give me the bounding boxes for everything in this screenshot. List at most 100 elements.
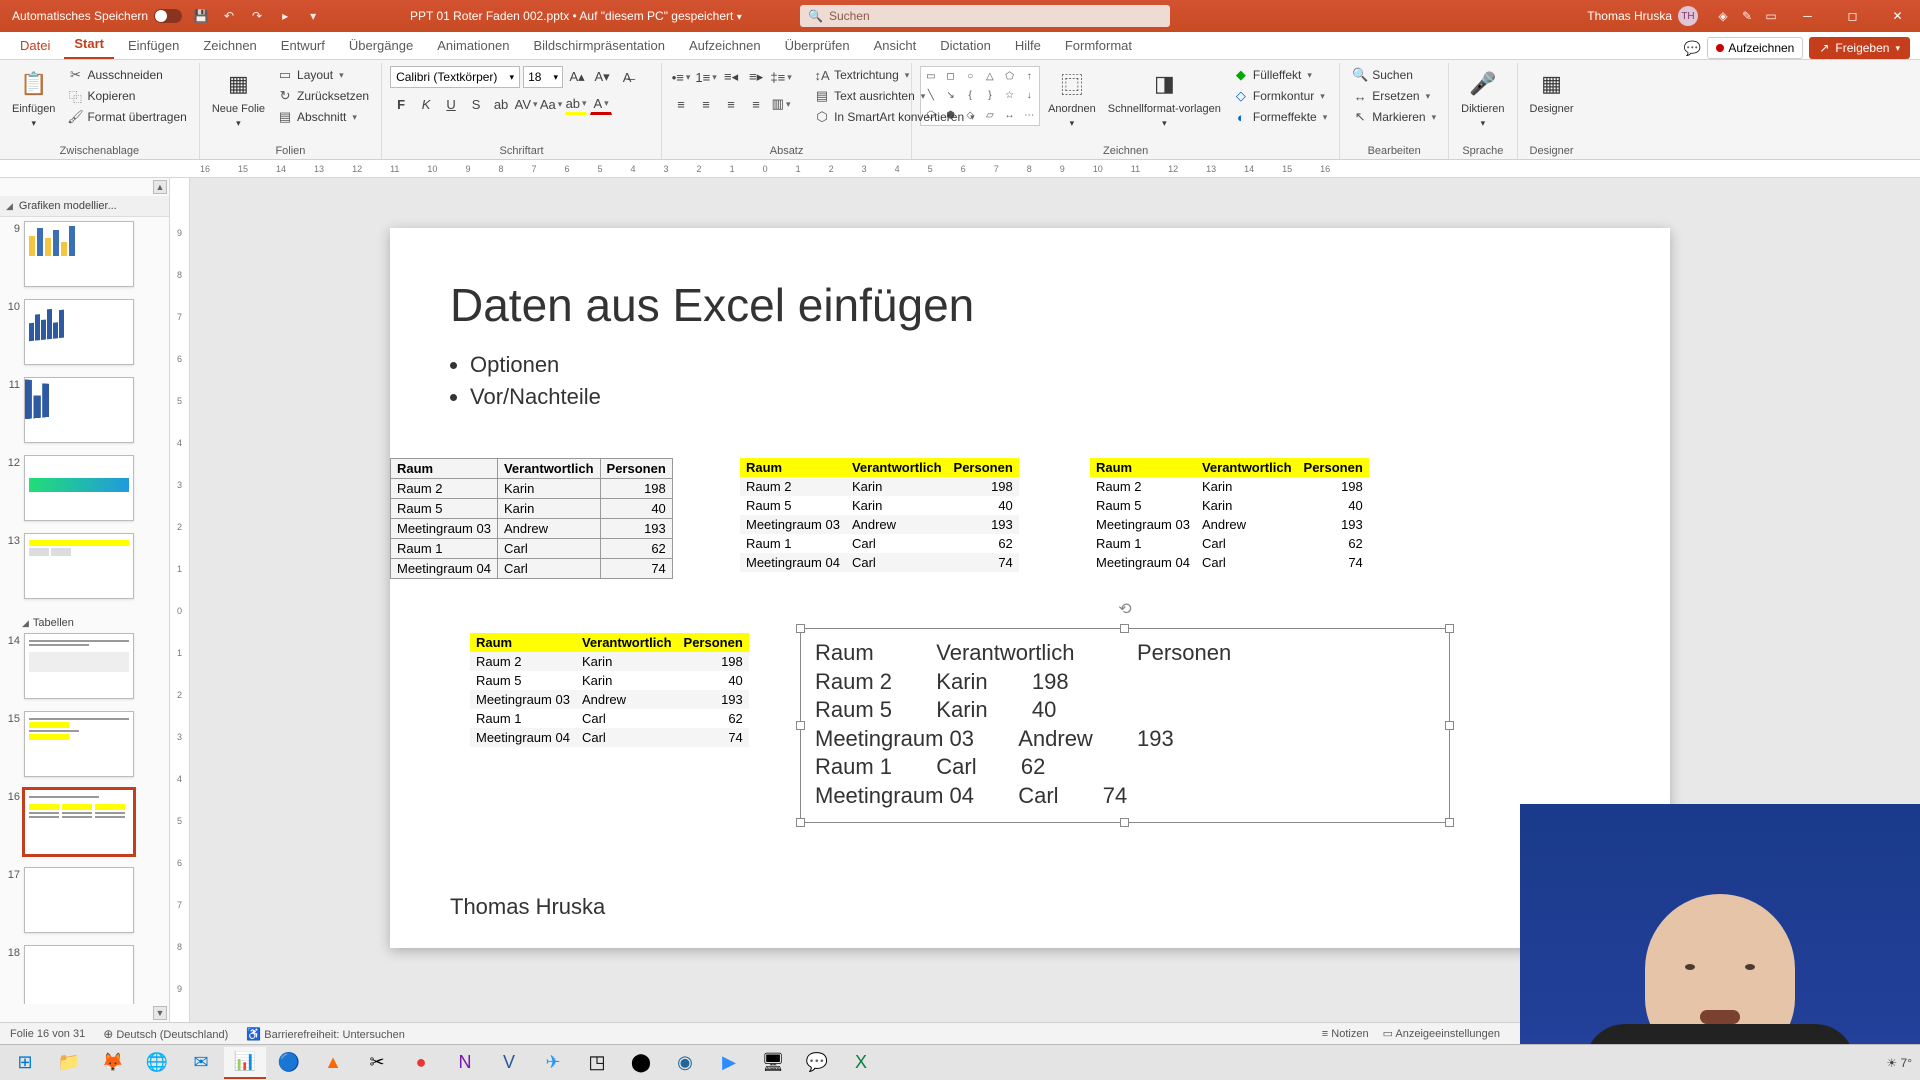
tab-draw[interactable]: Zeichnen [193,32,266,59]
task-telegram-icon[interactable]: ✈ [532,1047,574,1079]
slide-thumb-12[interactable] [24,455,134,521]
task-visio-icon[interactable]: V [488,1047,530,1079]
resize-handle[interactable] [1445,818,1454,827]
task-firefox-icon[interactable]: 🦊 [92,1047,134,1079]
find-button[interactable]: 🔍Suchen [1348,66,1440,84]
select-button[interactable]: ↖Markieren [1348,108,1440,126]
resize-handle[interactable] [1445,624,1454,633]
bullets-button[interactable]: •≡ [670,66,692,88]
decrease-indent-button[interactable]: ≡◂ [720,66,742,88]
underline-button[interactable]: U [440,93,462,115]
task-zoom-icon[interactable]: ▶ [708,1047,750,1079]
increase-indent-button[interactable]: ≡▸ [745,66,767,88]
align-right-button[interactable]: ≡ [720,93,742,115]
task-excel-icon[interactable]: X [840,1047,882,1079]
document-name[interactable]: PPT 01 Roter Faden 002.pptx • Auf "diese… [410,9,742,23]
align-text-button[interactable]: ▤Text ausrichten [810,87,979,105]
task-app2-icon[interactable]: ● [400,1047,442,1079]
table-paste-formatted[interactable]: RaumVerantwortlichPersonen Raum 2Karin19… [740,458,1019,572]
designer-button[interactable]: ▦Designer [1526,66,1578,117]
task-obs-icon[interactable]: ⬤ [620,1047,662,1079]
reset-button[interactable]: ↻Zurücksetzen [273,87,373,105]
font-name-combo[interactable]: Calibri (Textkörper)▾ [390,66,520,88]
slide-thumb-10[interactable] [24,299,134,365]
line-spacing-button[interactable]: ‡≡ [770,66,792,88]
record-button[interactable]: Aufzeichnen [1707,37,1803,59]
tab-start[interactable]: Start [64,30,114,59]
slide[interactable]: Daten aus Excel einfügen Optionen Vor/Na… [390,228,1670,948]
textbox-paste-text[interactable]: ⟲ Raum Verantwortlich Personen Raum 2 Ka… [800,628,1450,823]
status-notes[interactable]: ≡ Notizen [1322,1028,1369,1040]
task-onenote-icon[interactable]: N [444,1047,486,1079]
shape-effects-button[interactable]: ◐Formeffekte [1229,108,1331,126]
bullet-item[interactable]: Vor/Nachteile [470,384,1610,410]
shape-outline-button[interactable]: ◇Formkontur [1229,87,1331,105]
section-header-graphics[interactable]: Grafiken modellier... [0,196,169,217]
tab-insert[interactable]: Einfügen [118,32,189,59]
cut-button[interactable]: ✂Ausschneiden [63,66,190,84]
task-app3-icon[interactable]: ◳ [576,1047,618,1079]
section-header-tables[interactable]: Tabellen [4,611,165,633]
justify-button[interactable]: ≡ [745,93,767,115]
autosave-toggle[interactable]: Automatisches Speichern [12,9,182,23]
slide-thumb-18[interactable] [24,945,134,1004]
quick-styles-button[interactable]: ◨Schnellformat-vorlagen▾ [1104,66,1225,131]
format-painter-button[interactable]: 🖌Format übertragen [63,108,190,126]
columns-button[interactable]: ▥ [770,93,792,115]
task-app4-icon[interactable]: ◉ [664,1047,706,1079]
table-embedded-excel[interactable]: RaumVerantwortlichPersonen Raum 2Karin19… [390,458,673,579]
coming-soon-icon[interactable]: ◈ [1714,7,1732,25]
user-account[interactable]: Thomas Hruska TH ◈ ✎ ▭ [1587,6,1780,26]
font-color-button[interactable]: A [590,93,612,115]
slide-thumb-16[interactable] [24,789,134,855]
clear-formatting-icon[interactable]: A̶ [616,66,638,88]
arrange-button[interactable]: ⿴Anordnen▾ [1044,66,1100,131]
change-case-button[interactable]: Aa [540,93,562,115]
resize-handle[interactable] [796,721,805,730]
text-content[interactable]: Raum Verantwortlich Personen Raum 2 Kari… [801,629,1449,821]
undo-icon[interactable]: ↶ [220,7,238,25]
tab-record[interactable]: Aufzeichnen [679,32,771,59]
save-icon[interactable]: 💾 [192,7,210,25]
resize-handle[interactable] [796,818,805,827]
tray-weather[interactable]: ☀ 7° [1886,1056,1912,1070]
align-center-button[interactable]: ≡ [695,93,717,115]
smartart-button[interactable]: ⬡In SmartArt konvertieren [810,108,979,126]
search-box[interactable]: 🔍 Suchen [800,5,1170,27]
tab-help[interactable]: Hilfe [1005,32,1051,59]
task-app-icon[interactable]: 🔵 [268,1047,310,1079]
slide-thumb-15[interactable] [24,711,134,777]
grow-font-icon[interactable]: A▴ [566,66,588,88]
tab-design[interactable]: Entwurf [271,32,335,59]
resize-handle[interactable] [1445,721,1454,730]
tab-transitions[interactable]: Übergänge [339,32,423,59]
resize-handle[interactable] [1120,818,1129,827]
italic-button[interactable]: K [415,93,437,115]
status-language[interactable]: ⊕ Deutsch (Deutschland) [103,1027,228,1041]
resize-handle[interactable] [796,624,805,633]
panel-scroll-up[interactable]: ▲ [153,180,167,194]
task-snip-icon[interactable]: ✂ [356,1047,398,1079]
ribbon-mode-icon[interactable]: ✎ [1738,7,1756,25]
slide-footer-author[interactable]: Thomas Hruska [450,894,605,920]
slide-thumb-9[interactable] [24,221,134,287]
task-vlc-icon[interactable]: ▲ [312,1047,354,1079]
status-display-settings[interactable]: ▭ Anzeigeeinstellungen [1383,1027,1500,1040]
char-spacing-button[interactable]: AV [515,93,537,115]
autosave-switch[interactable] [154,9,182,23]
maximize-button[interactable]: ◻ [1830,0,1875,32]
task-explorer-icon[interactable]: 📁 [48,1047,90,1079]
paste-button[interactable]: 📋 Einfügen▾ [8,66,59,131]
slide-thumb-13[interactable] [24,533,134,599]
shrink-font-icon[interactable]: A▾ [591,66,613,88]
shadow-button[interactable]: S [465,93,487,115]
slide-bullets[interactable]: Optionen Vor/Nachteile [470,352,1610,410]
align-left-button[interactable]: ≡ [670,93,692,115]
strikethrough-button[interactable]: ab [490,93,512,115]
slide-title[interactable]: Daten aus Excel einfügen [450,278,1610,332]
bold-button[interactable]: F [390,93,412,115]
shape-fill-button[interactable]: ◆Fülleffekt [1229,66,1331,84]
layout-button[interactable]: ▭Layout [273,66,373,84]
slide-thumb-17[interactable] [24,867,134,933]
table-paste-picture[interactable]: RaumVerantwortlichPersonen Raum 2Karin19… [1090,458,1369,572]
